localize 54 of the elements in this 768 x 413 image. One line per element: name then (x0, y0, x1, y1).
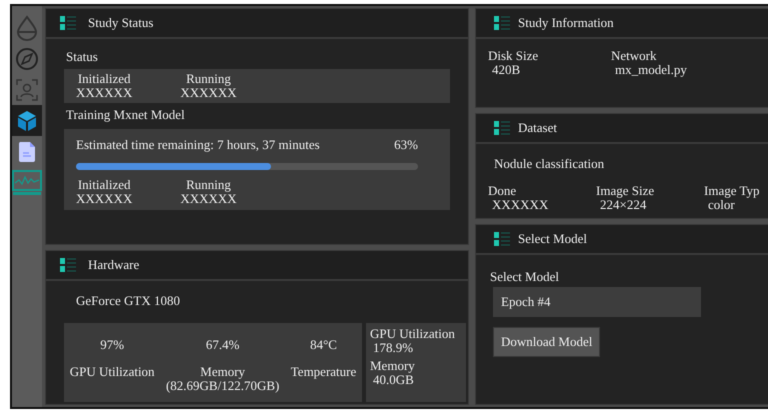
compass-icon (15, 46, 39, 70)
summary-value: 178.9% (372, 341, 414, 355)
dataset-name: Nodule classification (494, 156, 606, 172)
summary-label: GPU Utilization (370, 327, 456, 341)
chart-monitor-icon (12, 170, 42, 196)
status-label: Initialized (78, 72, 131, 86)
status-label: Running (186, 178, 231, 192)
field-label: Done (488, 184, 516, 198)
status-value: XXXXXX (76, 86, 132, 100)
download-button[interactable]: Download Model (493, 327, 600, 357)
section-title: Training Mxnet Model (66, 107, 186, 123)
drop-icon (15, 14, 39, 40)
metric-label: Memory (82.69GB/122.70GB) (166, 364, 280, 392)
panel-title: Dataset (518, 120, 557, 136)
list-icon (494, 232, 510, 246)
status-value: XXXXXX (180, 86, 237, 100)
field-value: 420B (491, 63, 520, 77)
summary-label: Memory (370, 359, 416, 373)
section-title: Status (66, 49, 99, 65)
metric-label: Temperature (290, 364, 356, 381)
field-label: Network (611, 49, 656, 63)
field-label: Disk Size (488, 49, 538, 63)
list-icon (494, 16, 510, 30)
field-value: mx_model.py (614, 63, 687, 77)
metric-value: 97% (100, 336, 124, 352)
field-label: Image Size (596, 184, 654, 198)
metric-value: 84°C (310, 336, 337, 352)
metric-value: 67.4% (206, 336, 240, 352)
panel-title: Study Information (518, 15, 614, 31)
metric-label: GPU Utilization (70, 364, 155, 380)
list-icon (60, 258, 76, 272)
summary-value: 40.0GB (373, 373, 414, 387)
gpu-name: GeForce GTX 1080 (76, 293, 181, 309)
panel-title: Study Status (88, 15, 154, 31)
list-icon (494, 121, 510, 135)
field-value: XXXXXX (491, 198, 548, 212)
estimate-text: Estimated time remaining: 7 hours, 37 minutes (76, 137, 320, 153)
model-select[interactable]: Epoch #4 (493, 287, 701, 317)
field-label: Image Typ (704, 184, 760, 198)
status-value: XXXXXX (76, 192, 132, 206)
sidebar-item[interactable] (12, 105, 42, 136)
cube-icon (17, 110, 37, 132)
field-label: Select Model (490, 269, 560, 285)
panel-title: Select Model (518, 231, 587, 247)
status-label: Running (186, 72, 231, 86)
field-value: 224×224 (600, 198, 646, 212)
document-icon (18, 140, 36, 162)
status-label: Initialized (78, 178, 131, 192)
field-value: color (708, 198, 735, 212)
status-value: XXXXXX (180, 192, 237, 206)
person-scan-icon (15, 78, 39, 102)
panel-title: Hardware (88, 257, 140, 273)
progress-percent: 63% (394, 137, 418, 153)
list-icon (60, 16, 76, 30)
